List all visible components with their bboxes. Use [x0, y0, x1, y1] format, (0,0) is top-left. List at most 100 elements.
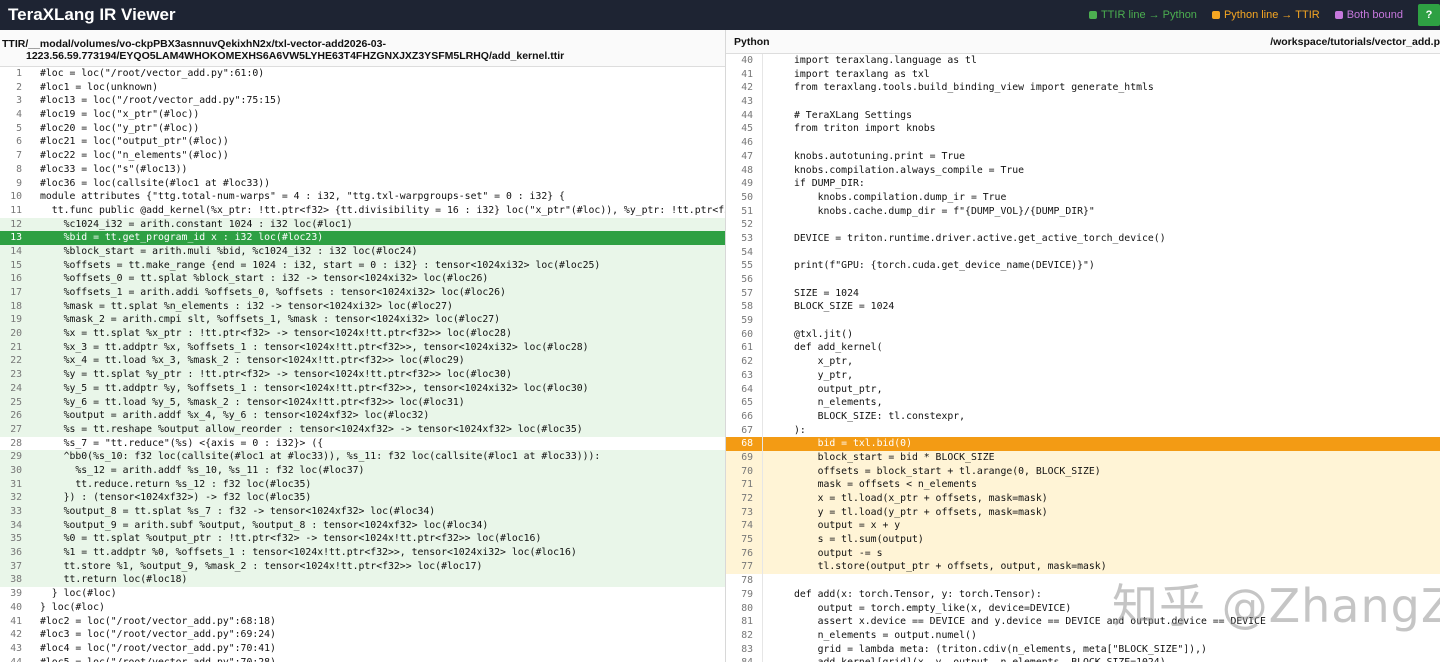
code-line[interactable]: 72 x = tl.load(x_ptr + offsets, mask=mas…	[726, 492, 1440, 506]
code-line[interactable]: 75 s = tl.sum(output)	[726, 533, 1440, 547]
code-line[interactable]: 30 %s_12 = arith.addf %s_10, %s_11 : f32…	[0, 463, 725, 478]
code-line[interactable]: 35 %0 = tt.splat %output_ptr : !tt.ptr<f…	[0, 532, 725, 547]
code-line[interactable]: 17 %offsets_1 = arith.addi %offsets_0, %…	[0, 286, 725, 300]
code-line[interactable]: 9 #loc36 = loc(callsite(#loc1 at #loc33))	[0, 177, 725, 191]
line-text: DEVICE = triton.runtime.driver.active.ge…	[794, 232, 1166, 244]
code-line[interactable]: 14 %block_start = arith.muli %bid, %c102…	[0, 244, 725, 259]
code-line[interactable]: 53 DEVICE = triton.runtime.driver.active.…	[726, 231, 1440, 246]
code-line[interactable]: 11 tt.func public @add_kernel(%x_ptr: !t…	[0, 204, 725, 218]
code-line[interactable]: 29 ^bb0(%s_10: f32 loc(callsite(#loc1 at…	[0, 450, 725, 464]
code-line[interactable]: 47 knobs.autotuning.print = True	[726, 149, 1440, 164]
code-line[interactable]: 42 #loc3 = loc("/root/vector_add.py":69:2…	[0, 628, 725, 642]
code-line[interactable]: 3 #loc13 = loc("/root/vector_add.py":75:1…	[0, 94, 725, 108]
code-line[interactable]: 50 knobs.compilation.dump_ir = True	[726, 190, 1440, 205]
line-text: %0 = tt.splat %output_ptr : !tt.ptr<f32>…	[40, 533, 542, 545]
code-line[interactable]: 71 mask = offsets < n_elements	[726, 478, 1440, 492]
code-line[interactable]: 1 #loc = loc("/root/vector_add.py":61:0)	[0, 67, 725, 81]
code-line[interactable]: 78	[726, 574, 1440, 588]
code-line[interactable]: 13 %bid = tt.get_program_id x : i32 loc(…	[0, 231, 725, 245]
code-line[interactable]: 70 offsets = block_start + tl.arange(0, …	[726, 464, 1440, 479]
code-line[interactable]: 44 # TeraXLang Settings	[726, 108, 1440, 123]
code-line[interactable]: 45 from triton import knobs	[726, 122, 1440, 137]
code-line[interactable]: 21 %x_3 = tt.addptr %x, %offsets_1 : ten…	[0, 340, 725, 355]
line-text: %s = tt.reshape %output allow_reorder : …	[40, 423, 583, 435]
code-line[interactable]: 83 grid = lambda meta: (triton.cdiv(n_el…	[726, 642, 1440, 657]
code-line[interactable]: 68 bid = txl.bid(0)	[726, 437, 1440, 451]
code-line[interactable]: 55 print(f"GPU: {torch.cuda.get_device_na…	[726, 259, 1440, 273]
code-line[interactable]: 19 %mask_2 = arith.cmpi slt, %offsets_1,…	[0, 313, 725, 328]
code-line[interactable]: 27 %s = tt.reshape %output allow_reorder…	[0, 422, 725, 437]
code-line[interactable]: 20 %x = tt.splat %x_ptr : !tt.ptr<f32> -…	[0, 327, 725, 341]
code-line[interactable]: 12 %c1024_i32 = arith.constant 1024 : i3…	[0, 217, 725, 232]
code-line[interactable]: 25 %y_6 = tt.load %y_5, %mask_2 : tensor…	[0, 395, 725, 410]
code-line[interactable]: 10 module attributes {"ttg.total-num-warp…	[0, 190, 725, 204]
code-line[interactable]: 81 assert x.device == DEVICE and y.devic…	[726, 615, 1440, 629]
code-line[interactable]: 57 SIZE = 1024	[726, 286, 1440, 301]
code-line[interactable]: 43 #loc4 = loc("/root/vector_add.py":70:4…	[0, 642, 725, 656]
code-line[interactable]: 42 from teraxlang.tools.build_binding_vie…	[726, 81, 1440, 96]
code-line[interactable]: 64 output_ptr,	[726, 382, 1440, 397]
code-line[interactable]: 44#loc5 = loc("/root/vector_add.py":70:2…	[0, 656, 725, 662]
code-line[interactable]: 23 %y = tt.splat %y_ptr : !tt.ptr<f32> -…	[0, 368, 725, 382]
code-line[interactable]: 28 %s_7 = "tt.reduce"(%s) <{axis = 0 : i…	[0, 437, 725, 451]
line-number: 12	[10, 218, 22, 230]
code-line[interactable]: 51 knobs.cache.dump_dir = f"{DUMP_VOL}/{…	[726, 204, 1440, 219]
code-line[interactable]: 54	[726, 245, 1440, 260]
code-line[interactable]: 18 %mask = tt.splat %n_elements : i32 ->…	[0, 299, 725, 314]
code-line[interactable]: 16 %offsets_0 = tt.splat %block_start : …	[0, 272, 725, 286]
ttir-code-view[interactable]: 1 #loc = loc("/root/vector_add.py":61:0) 2…	[0, 67, 725, 662]
code-line[interactable]: 7 #loc22 = loc("n_elements"(#loc))	[0, 149, 725, 163]
code-line[interactable]: 24 %y_5 = tt.addptr %y, %offsets_1 : ten…	[0, 381, 725, 396]
code-line[interactable]: 48 knobs.compilation.always_compile = Tru…	[726, 163, 1440, 178]
code-line[interactable]: 40} loc(#loc)	[0, 601, 725, 615]
code-line[interactable]: 69 block_start = bid * BLOCK_SIZE	[726, 450, 1440, 465]
code-line[interactable]: 46	[726, 136, 1440, 150]
python-code-view[interactable]: 40 import teraxlang.language as tl 41 impor…	[726, 54, 1440, 662]
code-line[interactable]: 77 tl.store(output_ptr + offsets, output…	[726, 560, 1440, 575]
help-button[interactable]: ?	[1418, 4, 1440, 26]
code-line[interactable]: 63 y_ptr,	[726, 368, 1440, 383]
code-line[interactable]: 82 n_elements = output.numel()	[726, 628, 1440, 643]
code-line[interactable]: 73 y = tl.load(y_ptr + offsets, mask=mas…	[726, 505, 1440, 520]
line-text: tt.store %1, %output_9, %mask_2 : tensor…	[40, 560, 483, 572]
legend-python-to-ttir: Python line → TTIR	[1211, 9, 1320, 21]
code-line[interactable]: 67):	[726, 423, 1440, 438]
code-line[interactable]: 76 output -= s	[726, 546, 1440, 561]
line-text: grid = lambda meta: (triton.cdiv(n_eleme…	[794, 643, 1207, 655]
code-line[interactable]: 36 %1 = tt.addptr %0, %offsets_1 : tenso…	[0, 546, 725, 560]
code-line[interactable]: 52	[726, 218, 1440, 232]
code-line[interactable]: 41 #loc2 = loc("/root/vector_add.py":68:1…	[0, 615, 725, 629]
code-line[interactable]: 39 } loc(#loc)	[0, 587, 725, 601]
code-line[interactable]: 80 output = torch.empty_like(x, device=D…	[726, 601, 1440, 616]
code-line[interactable]: 22 %x_4 = tt.load %x_3, %mask_2 : tensor…	[0, 354, 725, 369]
code-line[interactable]: 32 }) : (tensor<1024xf32>) -> f32 loc(#l…	[0, 491, 725, 505]
code-line[interactable]: 58 BLOCK_SIZE = 1024	[726, 300, 1440, 315]
code-line[interactable]: 37 tt.store %1, %output_9, %mask_2 : ten…	[0, 559, 725, 574]
code-line[interactable]: 34 %output_9 = arith.subf %output, %outp…	[0, 518, 725, 533]
code-line[interactable]: 84 add_kernel[grid](x, y, output, n_elem…	[726, 656, 1440, 662]
code-line[interactable]: 62 x_ptr,	[726, 355, 1440, 369]
code-line[interactable]: 38 tt.return loc(#loc18)	[0, 573, 725, 588]
code-line[interactable]: 4 #loc19 = loc("x_ptr"(#loc))	[0, 108, 725, 122]
code-line[interactable]: 49 if DUMP_DIR:	[726, 177, 1440, 191]
code-line[interactable]: 6 #loc21 = loc("output_ptr"(#loc))	[0, 135, 725, 149]
line-number: 55	[741, 260, 753, 272]
code-line[interactable]: 5 #loc20 = loc("y_ptr"(#loc))	[0, 122, 725, 136]
code-line[interactable]: 8 #loc33 = loc("s"(#loc13))	[0, 163, 725, 177]
code-line[interactable]: 65 n_elements,	[726, 396, 1440, 410]
code-line[interactable]: 31 tt.reduce.return %s_12 : f32 loc(#loc…	[0, 477, 725, 492]
code-line[interactable]: 15 %offsets = tt.make_range {end = 1024 …	[0, 258, 725, 273]
code-line[interactable]: 66 BLOCK_SIZE: tl.constexpr,	[726, 409, 1440, 424]
code-line[interactable]: 59	[726, 314, 1440, 328]
code-line[interactable]: 43	[726, 95, 1440, 109]
code-line[interactable]: 2 #loc1 = loc(unknown)	[0, 81, 725, 95]
code-line[interactable]: 33 %output_8 = tt.splat %s_7 : f32 -> te…	[0, 505, 725, 519]
code-line[interactable]: 74 output = x + y	[726, 519, 1440, 534]
code-line[interactable]: 26 %output = arith.addf %x_4, %y_6 : ten…	[0, 409, 725, 423]
code-line[interactable]: 56	[726, 273, 1440, 287]
code-line[interactable]: 79 def add(x: torch.Tensor, y: torch.Tens…	[726, 587, 1440, 602]
code-line[interactable]: 61 def add_kernel(	[726, 341, 1440, 356]
code-line[interactable]: 60 @txl.jit()	[726, 327, 1440, 342]
code-line[interactable]: 41 import teraxlang as txl	[726, 67, 1440, 82]
code-line[interactable]: 40 import teraxlang.language as tl	[726, 54, 1440, 68]
